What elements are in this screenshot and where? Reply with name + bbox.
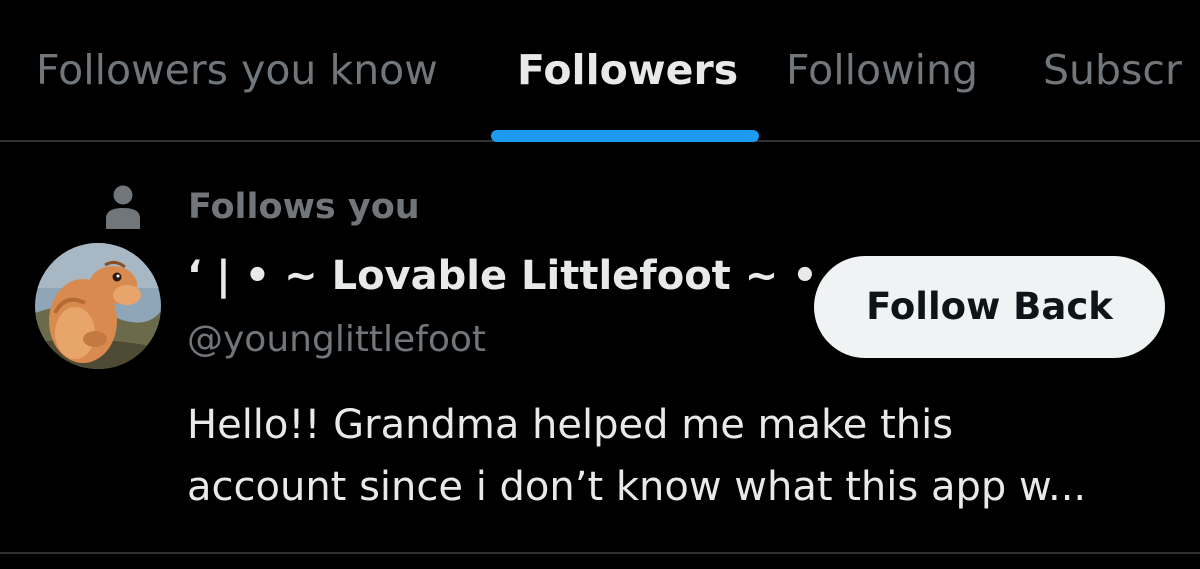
follows-you-label: Follows you (188, 187, 420, 227)
tab-following[interactable]: Following (786, 42, 978, 98)
bio-line: account since i don’t know what this app… (187, 464, 1087, 510)
follower-list-item[interactable]: Follows you ‘ | • ~ Lovable Littlefoot ~… (0, 142, 1200, 554)
profile-tab-bar: Followers you know Followers Following S… (0, 0, 1200, 142)
tab-subscriptions[interactable]: Subscr (1043, 42, 1182, 98)
follow-back-button[interactable]: Follow Back (814, 256, 1165, 358)
avatar[interactable] (35, 243, 161, 369)
tab-followers[interactable]: Followers (517, 42, 738, 98)
user-handle[interactable]: @younglittlefoot (187, 317, 486, 363)
tab-followers-you-know[interactable]: Followers you know (36, 42, 438, 98)
follows-you-context: Follows you (104, 184, 420, 230)
user-bio: Hello!! Grandma helped me make this acco… (187, 394, 1177, 518)
display-name[interactable]: ‘ | • ~ Lovable Littlefoot ~ •... (187, 250, 863, 302)
bio-line: Hello!! Grandma helped me make this (187, 402, 954, 448)
active-tab-indicator (491, 130, 759, 142)
person-icon (106, 185, 140, 229)
